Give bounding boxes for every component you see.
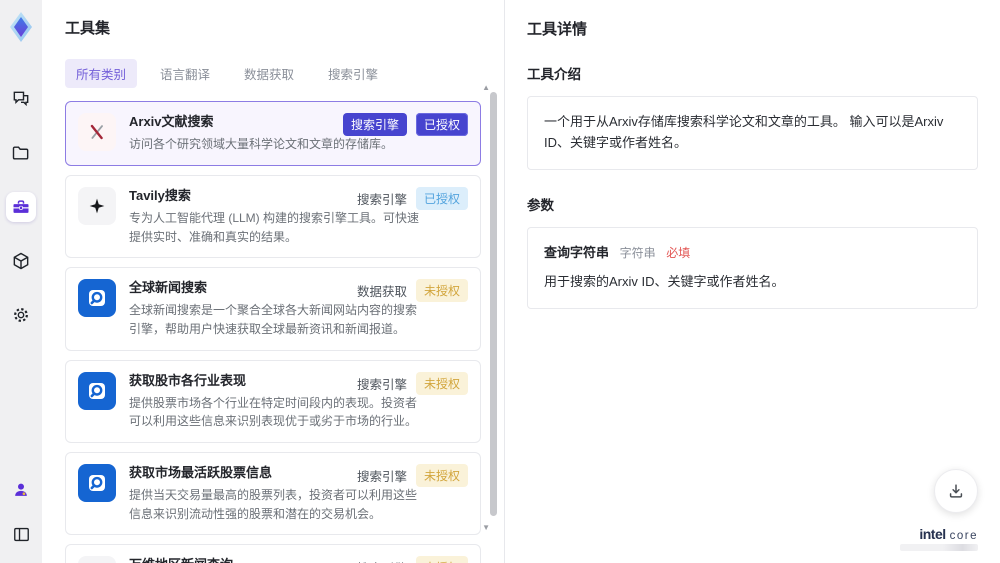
tool-description: 专为人工智能代理 (LLM) 构建的搜索引擎工具。可快速提供实时、准确和真实的结… [129, 210, 420, 244]
status-badge: 已授权 [415, 113, 468, 136]
tool-description: 全球新闻搜索是一个聚合全球各大新闻网站内容的搜索引擎，帮助用户快速获取全球最新资… [129, 303, 418, 336]
tool-card-tavily[interactable]: Tavily搜索 专为人工智能代理 (LLM) 构建的搜索引擎工具。可快速提供实… [65, 174, 481, 259]
arxiv-x-icon [78, 113, 116, 151]
tab-language-translation[interactable]: 语言翻译 [149, 59, 221, 88]
nav-files[interactable] [6, 138, 36, 168]
app-logo [6, 10, 36, 44]
tool-detail-panel: 工具详情 工具介绍 一个用于从Arxiv存储库搜索科学论文和文章的工具。 输入可… [504, 0, 1000, 563]
chat-icon [13, 91, 29, 107]
app-window: 工具集 所有类别 语言翻译 数据获取 搜索引擎 Arxiv文献搜索 访问各个研究… [0, 0, 1000, 563]
tool-card-global-news[interactable]: 全球新闻搜索 全球新闻搜索是一个聚合全球各大新闻网站内容的搜索引擎，帮助用户快速… [65, 267, 481, 351]
intro-text: 一个用于从Arxiv存储库搜索科学论文和文章的工具。 输入可以是Arxiv ID… [544, 114, 944, 150]
tool-description: 提供当天交易量最高的股票列表，投资者可以利用这些信息来识别流动性强的股票和潜在的… [129, 488, 418, 521]
nav-toolbox[interactable] [6, 192, 36, 222]
param-type: 字符串 [619, 245, 656, 260]
param-item: 查询字符串 字符串 必填 用于搜索的Arxiv ID、关键字或作者姓名。 [527, 226, 978, 310]
user-avatar-icon [15, 483, 27, 496]
category-label: 搜索引擎 [357, 558, 407, 563]
status-badge: 未授权 [415, 463, 468, 487]
param-name: 查询字符串 [544, 244, 610, 260]
blue-magnifier-icon [78, 279, 116, 318]
brand-core-text: core [949, 530, 978, 542]
newspaper-icon [78, 556, 116, 563]
blue-magnifier-icon [78, 371, 116, 410]
folder-icon [12, 146, 29, 160]
intro-box: 一个用于从Arxiv存储库搜索科学论文和文章的工具。 输入可以是Arxiv ID… [527, 96, 978, 170]
scrollbar-thumb[interactable] [490, 92, 497, 516]
category-label: 搜索引擎 [356, 192, 407, 207]
diamond-gem-icon [10, 12, 32, 42]
tab-search-engine[interactable]: 搜索引擎 [317, 59, 389, 88]
tab-data-fetch[interactable]: 数据获取 [233, 59, 305, 88]
tool-card-active-stocks[interactable]: 获取市场最活跃股票信息 提供当天交易量最高的股票列表，投资者可以利用这些信息来识… [65, 451, 481, 536]
toolbox-icon [13, 200, 29, 213]
blue-magnifier-icon [78, 463, 116, 502]
icon-rail [0, 0, 42, 563]
rail-bottom [6, 475, 36, 549]
tool-card-arxiv[interactable]: Arxiv文献搜索 访问各个研究领域大量科学论文和文章的存储库。 搜索引擎 已授… [65, 101, 481, 166]
cube-icon [13, 252, 29, 270]
param-header-row: 查询字符串 字符串 必填 [544, 243, 961, 264]
nav-chat[interactable] [6, 84, 36, 114]
detail-title: 工具详情 [527, 21, 588, 38]
status-badge: 未授权 [415, 371, 468, 395]
nav-user-profile[interactable] [6, 475, 36, 505]
tool-description: 访问各个研究领域大量科学论文和文章的存储库。 [129, 137, 394, 152]
nav-settings[interactable] [6, 300, 36, 330]
gear-icon [14, 308, 28, 322]
tab-all-categories[interactable]: 所有类别 [65, 59, 138, 88]
download-tray-icon [949, 484, 963, 498]
tool-list-panel: 工具集 所有类别 语言翻译 数据获取 搜索引擎 Arxiv文献搜索 访问各个研究… [42, 0, 504, 563]
status-badge: 未授权 [415, 279, 468, 303]
param-required-badge: 必填 [666, 245, 691, 260]
category-label: 数据获取 [356, 285, 407, 300]
category-tabs: 所有类别 语言翻译 数据获取 搜索引擎 [65, 59, 504, 88]
intro-heading: 工具介绍 [527, 67, 581, 82]
params-heading: 参数 [527, 197, 554, 213]
nav-packages[interactable] [6, 246, 36, 276]
category-label: 搜索引擎 [356, 377, 407, 392]
rail-nav [6, 84, 36, 330]
tool-card-regional-news[interactable]: 万维地区新闻查询 查询具体行政区划内的新闻，快速了解各地新闻动 搜索引擎 未授权 [65, 544, 481, 563]
scroll-up-arrow[interactable]: ▲ [482, 84, 490, 92]
tool-description: 提供股票市场各个行业在特定时间段内的表现。投资者可以利用这些信息来识别表现优于或… [129, 395, 418, 429]
status-badge: 未授权 [415, 556, 468, 563]
tool-card-list: Arxiv文献搜索 访问各个研究领域大量科学论文和文章的存储库。 搜索引擎 已授… [65, 101, 481, 563]
category-label: 搜索引擎 [356, 469, 407, 484]
collapse-panel-icon [13, 527, 29, 541]
brand-intel-text: intel [919, 526, 946, 542]
param-description: 用于搜索的Arxiv ID、关键字或作者姓名。 [544, 274, 785, 290]
page-title: 工具集 [65, 20, 111, 37]
status-badge: 已授权 [415, 186, 468, 210]
brand-sub-mark [900, 544, 978, 551]
collapse-sidebar-button[interactable] [6, 519, 36, 549]
category-badge: 搜索引擎 [342, 113, 407, 136]
four-point-star-icon [78, 186, 116, 225]
download-button[interactable] [934, 469, 978, 513]
tool-card-stock-sectors[interactable]: 获取股市各行业表现 提供股票市场各个行业在特定时间段内的表现。投资者可以利用这些… [65, 359, 481, 443]
intel-core-logo: intel core [900, 526, 978, 551]
scroll-down-arrow[interactable]: ▼ [482, 524, 490, 532]
